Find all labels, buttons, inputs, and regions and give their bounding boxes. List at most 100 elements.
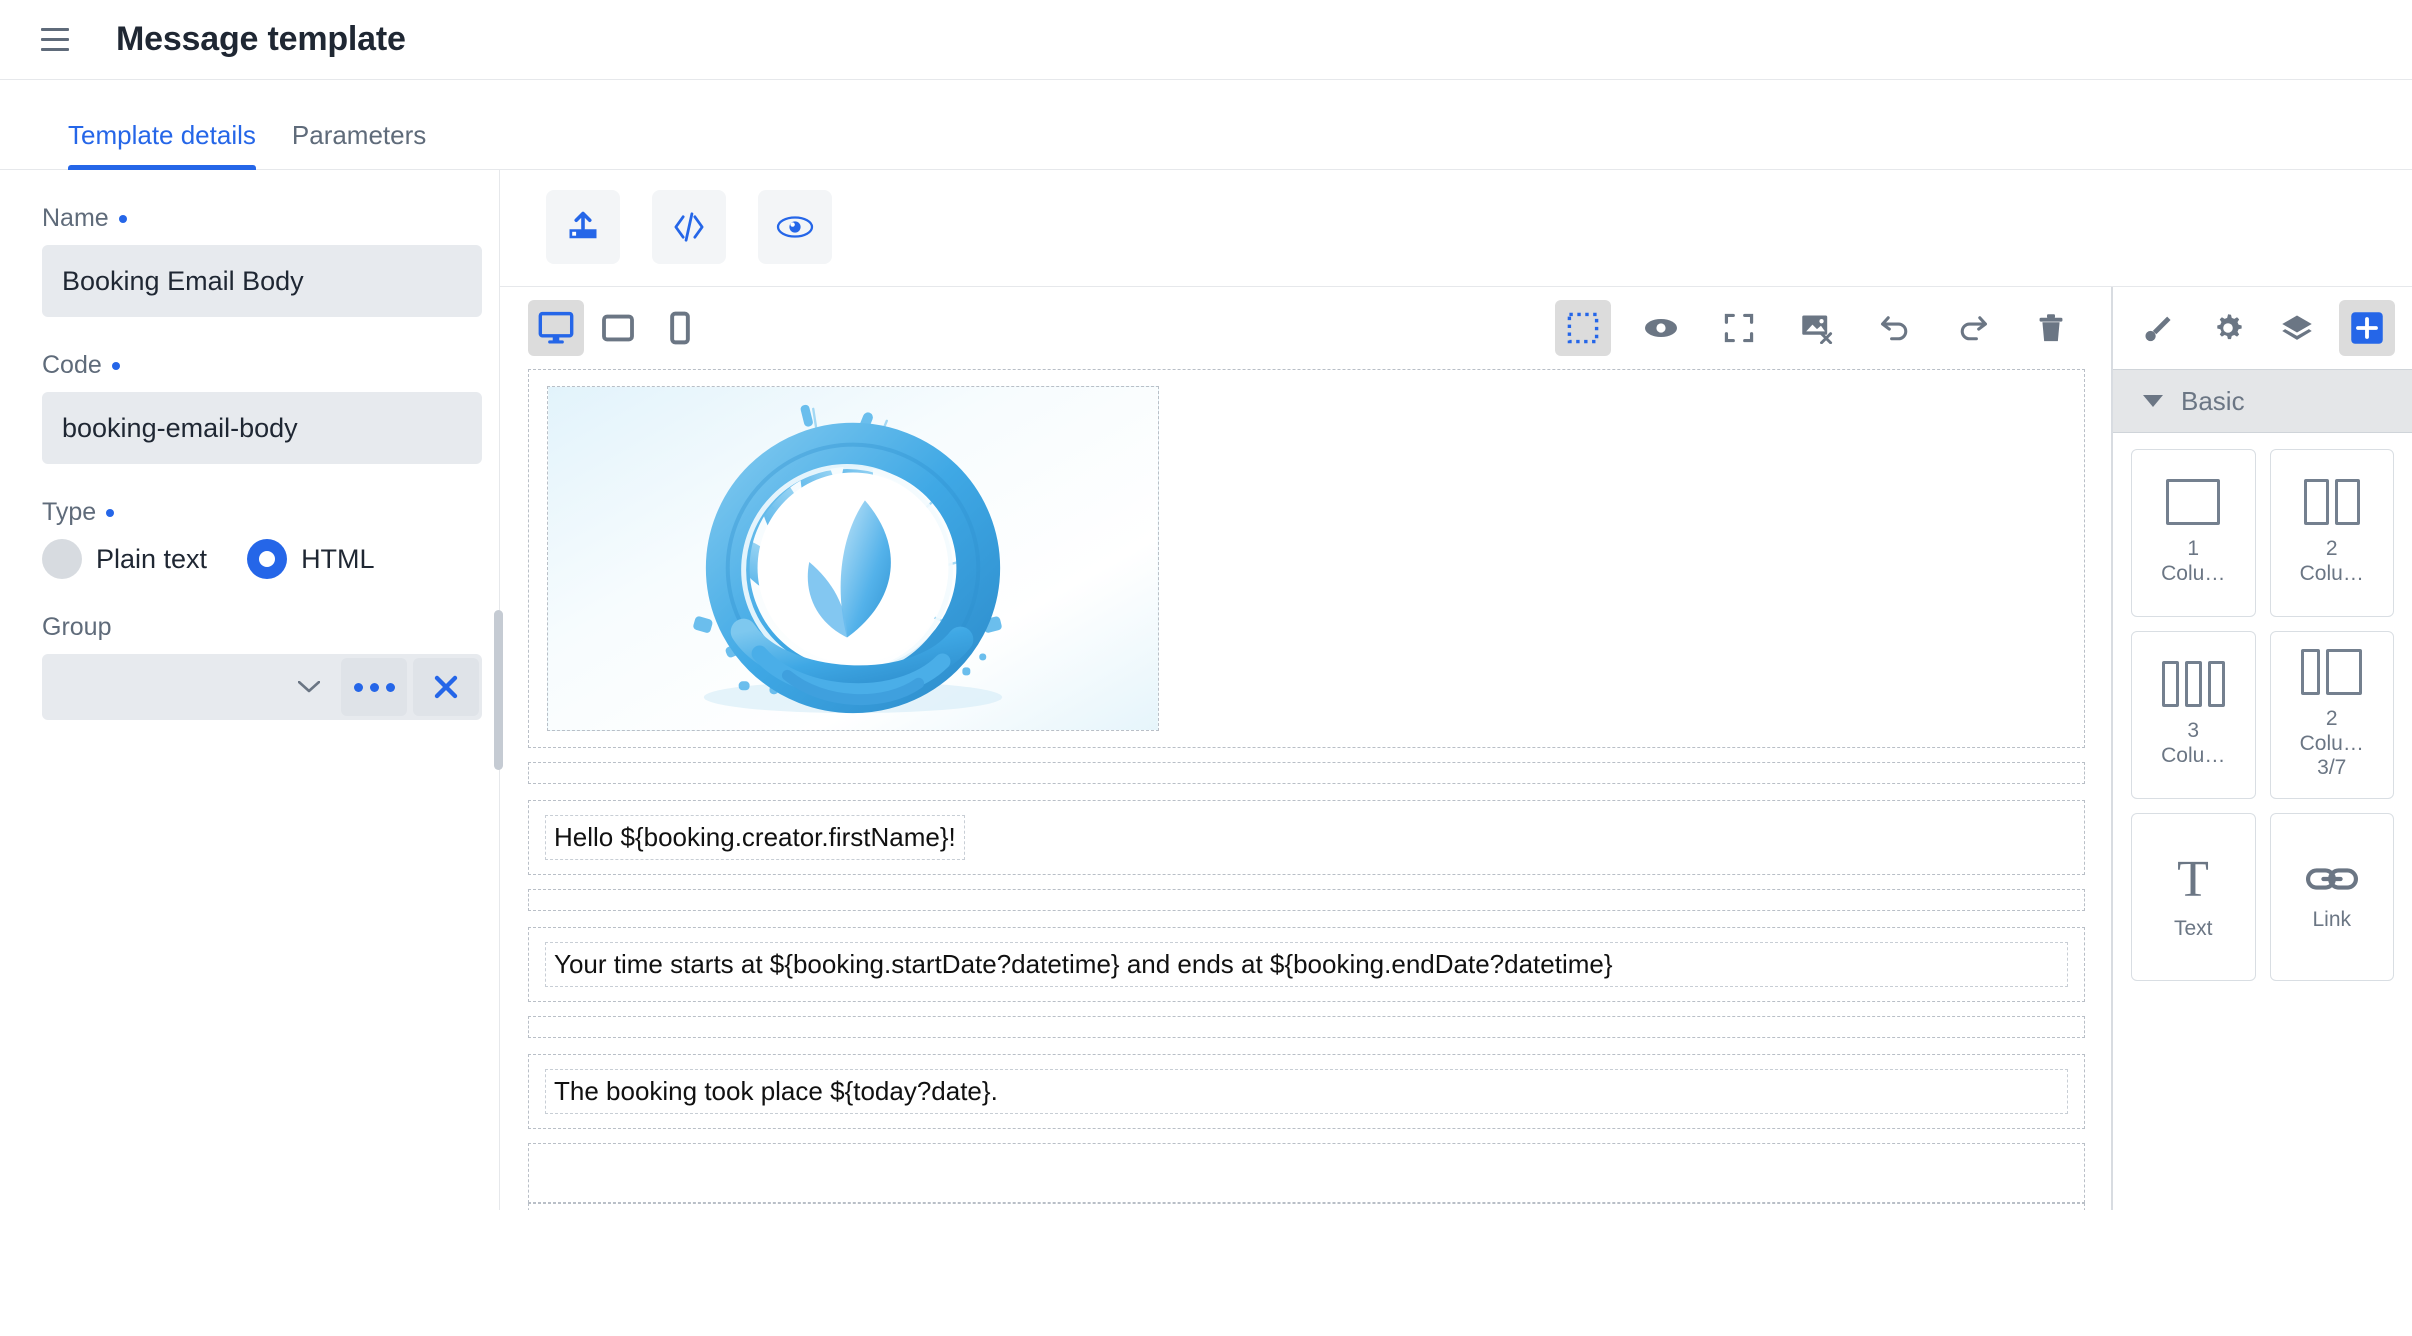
- fullscreen-toggle-button[interactable]: [1711, 300, 1767, 356]
- desktop-icon: [537, 311, 575, 345]
- paragraph-text[interactable]: Hello ${booking.creator.firstName}!: [545, 815, 965, 860]
- hamburger-bar: [41, 28, 69, 31]
- spacer-row[interactable]: [528, 1016, 2085, 1038]
- device-mobile-button[interactable]: [652, 300, 708, 356]
- hamburger-menu-icon[interactable]: [32, 17, 78, 63]
- block-text[interactable]: T Text: [2131, 813, 2256, 981]
- spacer-row[interactable]: [528, 762, 2085, 784]
- code-brackets-icon: [670, 208, 708, 246]
- redo-button[interactable]: [1945, 300, 2001, 356]
- broken-image-icon: [1800, 312, 1834, 344]
- group-select[interactable]: [42, 654, 338, 720]
- spacer-row[interactable]: [528, 1143, 2085, 1203]
- settings-button[interactable]: [2200, 300, 2256, 356]
- paragraph-row-1[interactable]: Hello ${booking.creator.firstName}!: [528, 800, 2085, 875]
- hero-row[interactable]: [528, 369, 2085, 748]
- block-label: Text: [2174, 917, 2213, 942]
- tab-template-details[interactable]: Template details: [50, 120, 274, 169]
- device-tablet-button[interactable]: [590, 300, 646, 356]
- block-label: 1 Colu…: [2161, 537, 2225, 587]
- one-column-icon: [2166, 479, 2220, 525]
- delete-button[interactable]: [2023, 300, 2079, 356]
- panel-tool-bar: [2113, 287, 2412, 369]
- block-one-column[interactable]: 1 Colu…: [2131, 449, 2256, 617]
- gear-icon: [2212, 312, 2244, 344]
- tablet-icon: [601, 314, 635, 342]
- paragraph-text[interactable]: The booking took place ${today?date}.: [545, 1069, 2068, 1114]
- radio-plain-text-label[interactable]: Plain text: [96, 544, 207, 575]
- block-two-column[interactable]: 2 Colu…: [2270, 449, 2395, 617]
- paragraph-row-2[interactable]: Your time starts at ${booking.startDate?…: [528, 927, 2085, 1002]
- blocks-section-title: Basic: [2181, 386, 2245, 417]
- image-placeholder-button[interactable]: [1789, 300, 1845, 356]
- layers-icon: [2280, 313, 2314, 343]
- code-label-text: Code: [42, 351, 102, 380]
- radio-html[interactable]: [247, 539, 287, 579]
- content-area: Name Code Type Plain tex: [0, 170, 2412, 1210]
- canvas-tools: [1555, 300, 2093, 356]
- chevron-down-icon: [298, 681, 320, 693]
- block-label: 2 Colu…: [2300, 537, 2364, 587]
- undo-button[interactable]: [1867, 300, 1923, 356]
- name-input[interactable]: [42, 245, 482, 317]
- ellipsis-icon: [354, 683, 395, 692]
- trash-icon: [2036, 312, 2066, 344]
- svg-text:T: T: [2177, 853, 2209, 905]
- group-field-group: Group: [42, 613, 457, 720]
- device-switcher: [528, 300, 708, 356]
- radio-plain-text[interactable]: [42, 539, 82, 579]
- group-label: Group: [42, 613, 457, 642]
- blocks-section-basic-header[interactable]: Basic: [2113, 369, 2412, 433]
- eye-icon: [775, 213, 815, 241]
- triangle-down-icon: [2143, 395, 2163, 407]
- email-canvas[interactable]: Hello ${booking.creator.firstName}! Your…: [500, 369, 2111, 1210]
- group-label-text: Group: [42, 613, 111, 642]
- source-code-button[interactable]: [652, 190, 726, 264]
- type-field-group: Type Plain text HTML: [42, 498, 457, 579]
- link-chain-icon: [2305, 862, 2359, 896]
- type-radio-group: Plain text HTML: [42, 539, 457, 579]
- layer-manager-button[interactable]: [2269, 300, 2325, 356]
- editor-action-bar: [500, 170, 2412, 286]
- code-input[interactable]: [42, 392, 482, 464]
- block-label: 2 Colu… 3/7: [2300, 707, 2364, 781]
- name-field-group: Name: [42, 204, 457, 317]
- radio-html-label[interactable]: HTML: [301, 544, 375, 575]
- page-title: Message template: [116, 20, 406, 59]
- eye-icon: [1642, 315, 1680, 341]
- group-clear-button[interactable]: [413, 658, 479, 716]
- two-column-icon: [2304, 479, 2360, 525]
- tab-parameters[interactable]: Parameters: [274, 120, 444, 169]
- paragraph-row-3[interactable]: The booking took place ${today?date}.: [528, 1054, 2085, 1129]
- hero-image-cell[interactable]: [547, 386, 1159, 731]
- group-more-button[interactable]: [341, 658, 407, 716]
- paragraph-text[interactable]: Your time starts at ${booking.startDate?…: [545, 942, 2068, 987]
- close-x-icon: [431, 672, 461, 702]
- name-label: Name: [42, 204, 457, 233]
- blocks-panel: Basic 1 Colu…: [2112, 287, 2412, 1210]
- spacer-row[interactable]: [528, 889, 2085, 911]
- upload-button[interactable]: [546, 190, 620, 264]
- trailing-row[interactable]: [528, 1203, 2085, 1210]
- preview-toggle-button[interactable]: [1633, 300, 1689, 356]
- block-label: 3 Colu…: [2161, 719, 2225, 769]
- plus-icon: [2349, 310, 2385, 346]
- required-dot-icon: [112, 362, 120, 370]
- dashed-square-icon: [1566, 311, 1600, 345]
- code-field-group: Code: [42, 351, 457, 464]
- block-three-column[interactable]: 3 Colu…: [2131, 631, 2256, 799]
- block-label: Link: [2312, 908, 2351, 933]
- block-two-column-37[interactable]: 2 Colu… 3/7: [2270, 631, 2395, 799]
- form-panel-scrollbar[interactable]: [494, 610, 503, 770]
- undo-arrow-icon: [1878, 312, 1912, 344]
- block-link[interactable]: Link: [2270, 813, 2395, 981]
- three-column-icon: [2162, 661, 2225, 707]
- type-label-text: Type: [42, 498, 96, 527]
- borders-toggle-button[interactable]: [1555, 300, 1611, 356]
- add-blocks-button[interactable]: [2339, 300, 2395, 356]
- style-manager-button[interactable]: [2130, 300, 2186, 356]
- preview-button[interactable]: [758, 190, 832, 264]
- device-desktop-button[interactable]: [528, 300, 584, 356]
- canvas-toolbar: [500, 287, 2111, 369]
- required-dot-icon: [106, 509, 114, 517]
